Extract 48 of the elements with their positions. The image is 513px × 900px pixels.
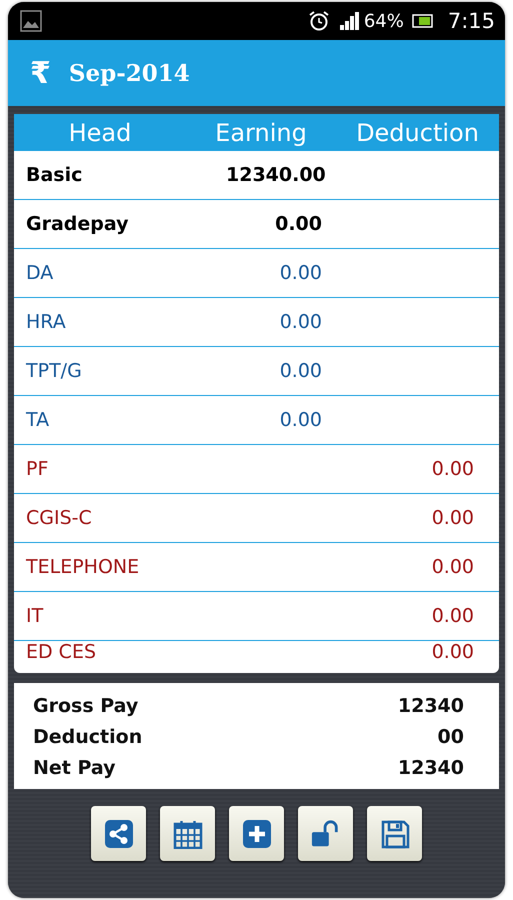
summary-label: Net Pay xyxy=(33,757,116,779)
signal-icon xyxy=(338,10,360,32)
earning-cell: 0.00 xyxy=(280,409,322,431)
battery-percentage: 64% xyxy=(364,10,404,32)
alarm-clock-icon xyxy=(308,10,330,32)
add-icon xyxy=(242,818,272,848)
summary-value: 12340 xyxy=(398,757,464,779)
head-cell-text: TA xyxy=(25,409,50,431)
summary-label: Deduction xyxy=(33,726,142,748)
deduction-cell: 0.00 xyxy=(432,641,474,663)
unlocked-padlock-icon xyxy=(310,818,340,848)
earning-cell: 0.00 xyxy=(275,213,322,235)
share-button[interactable] xyxy=(91,806,146,861)
column-header: Earning xyxy=(214,118,308,146)
clock-time: 7:15 xyxy=(448,9,495,33)
head-cell-text: PF xyxy=(25,458,50,480)
deduction-cell: 0.00 xyxy=(432,507,474,529)
app-title: Sep-2014 xyxy=(68,60,190,86)
deduction-cell: 0.00 xyxy=(432,458,474,480)
head-cell-text: HRA xyxy=(25,311,67,333)
earning-cell: 12340.00 xyxy=(226,164,326,186)
unlock-button[interactable] xyxy=(298,806,353,861)
share-icon xyxy=(104,818,134,848)
image-icon xyxy=(20,10,42,32)
head-cell-text: CGIS-C xyxy=(25,507,93,529)
column-header: Head xyxy=(68,118,132,146)
battery-icon xyxy=(412,13,434,29)
summary-label: Gross Pay xyxy=(33,695,138,717)
calendar-button[interactable] xyxy=(160,806,215,861)
summary-value: 12340 xyxy=(398,695,464,717)
calendar-icon xyxy=(172,818,202,848)
earning-cell: 0.00 xyxy=(280,360,322,382)
save-button[interactable] xyxy=(367,806,422,861)
head-cell-text: ED CES xyxy=(25,641,98,663)
column-header: Deduction xyxy=(355,118,480,146)
head-cell-text: DA xyxy=(25,262,54,284)
earning-cell: 0.00 xyxy=(280,262,322,284)
deduction-cell: 0.00 xyxy=(432,605,474,627)
summary-value: 00 xyxy=(438,726,464,748)
add-button[interactable] xyxy=(229,806,284,861)
head-cell-text: IT xyxy=(25,605,44,627)
earning-cell: 0.00 xyxy=(280,311,322,333)
head-cell-text: Gradepay xyxy=(25,213,130,235)
rupee-icon: ₹ xyxy=(30,56,51,90)
head-cell-text: Basic xyxy=(25,164,84,186)
head-cell-text: TELEPHONE xyxy=(25,556,140,578)
deduction-cell: 0.00 xyxy=(432,556,474,578)
head-cell-text: TPT/G xyxy=(25,360,83,382)
